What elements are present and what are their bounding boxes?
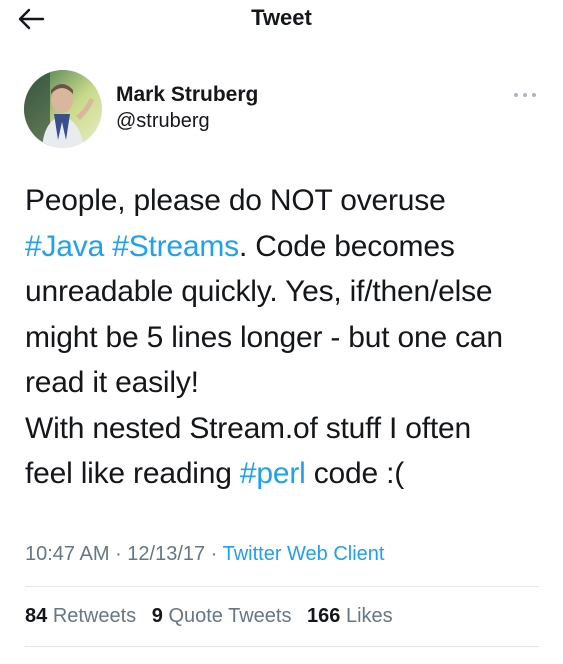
tweet-line: might be 5 lines longer - but one can [25,320,503,354]
author-names: Mark Struberg @struberg [116,82,258,134]
meta-separator: · [109,543,128,565]
quote-tweets-stat[interactable]: 9 Quote Tweets [152,605,292,627]
retweets-stat[interactable]: 84 Retweets [25,605,136,627]
tweet-text-fragment: code :( [305,457,405,490]
tweet-line: unreadable quickly. Yes, if/then/else [25,275,493,308]
avatar-photo [24,70,102,148]
tweet-meta: 10:47 AM · 12/13/17 · Twitter Web Client [25,540,384,568]
quote-tweets-count: 9 [151,605,163,627]
avatar[interactable] [24,70,102,148]
tweet-line: feel like reading #perl code :( [25,451,550,497]
tweet-text: People, please do NOT overuse #Java #Str… [25,178,550,497]
tweet-time: 10:47 AM [25,543,110,565]
tweet-line: #Java #Streams. Code becomes [25,224,550,270]
likes-count: 166 [307,605,341,627]
divider [25,586,539,587]
quote-tweets-label: Quote Tweets [168,605,292,627]
tweet-line: read it easily! [25,366,199,399]
retweets-count: 84 [25,605,48,627]
retweets-label: Retweets [52,605,137,627]
likes-label: Likes [345,605,393,627]
tweet-space [104,230,112,263]
likes-stat[interactable]: 166 Likes [307,605,393,627]
tweet-date: 12/13/17 [127,543,206,565]
author-display-name[interactable]: Mark Struberg [116,82,258,108]
tweet-source-link[interactable]: Twitter Web Client [223,543,385,565]
ellipsis-horizontal-icon [514,93,536,97]
tweet-line: People, please do NOT overuse [25,184,446,217]
tweet-text-fragment: feel like reading [25,457,240,490]
tweet-text-fragment: . Code becomes [238,229,455,263]
more-options-button[interactable] [512,88,538,102]
divider [25,646,539,647]
tweet-line: With nested Stream.of stuff I often [25,411,472,445]
nav-bar: Tweet [0,0,563,40]
meta-separator: · [205,543,223,565]
author-handle[interactable]: @struberg [116,108,258,134]
hashtag-java-link[interactable]: #Java [25,230,104,263]
page-title: Tweet [251,5,312,30]
hashtag-perl-link[interactable]: #perl [240,457,306,490]
tweet-stats: 84 Retweets 9 Quote Tweets 166 Likes [25,602,403,630]
author-row: Mark Struberg @struberg [24,70,544,150]
hashtag-streams-link[interactable]: #Streams [112,230,239,263]
